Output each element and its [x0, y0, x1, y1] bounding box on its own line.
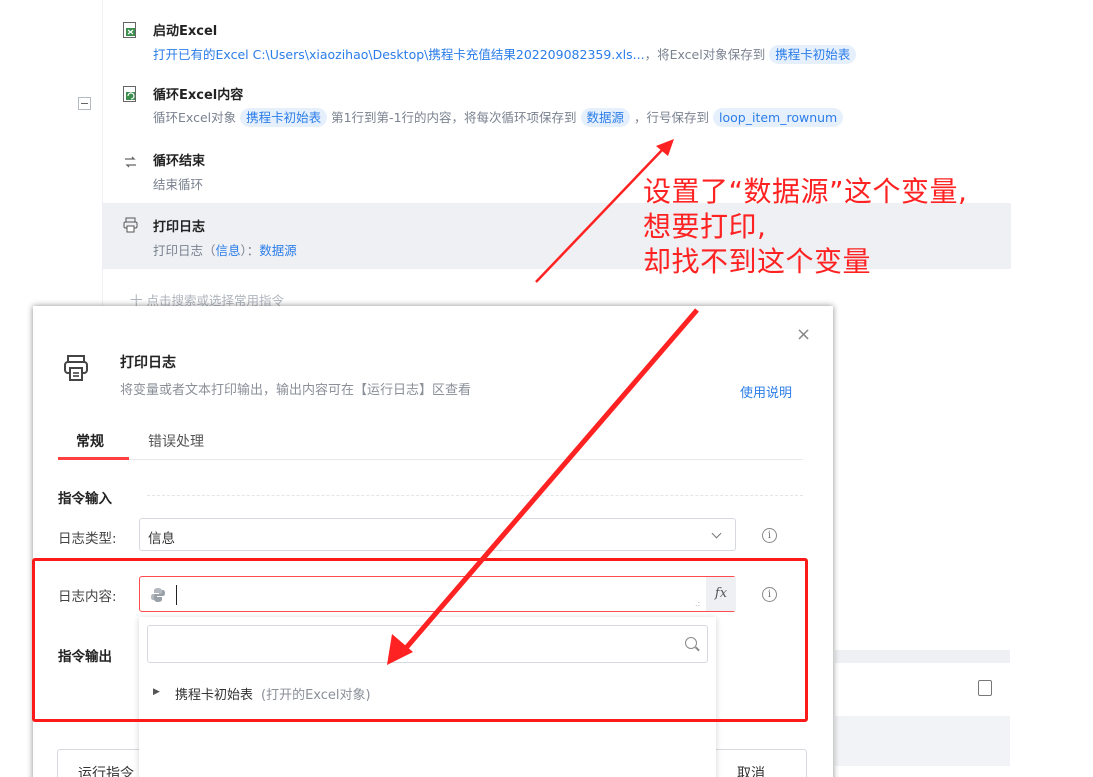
annotation-arrows	[387, 139, 699, 665]
arrow-to-dropdown	[398, 308, 699, 657]
arrowhead-icon	[387, 634, 413, 665]
arrow-to-variable	[535, 147, 665, 283]
